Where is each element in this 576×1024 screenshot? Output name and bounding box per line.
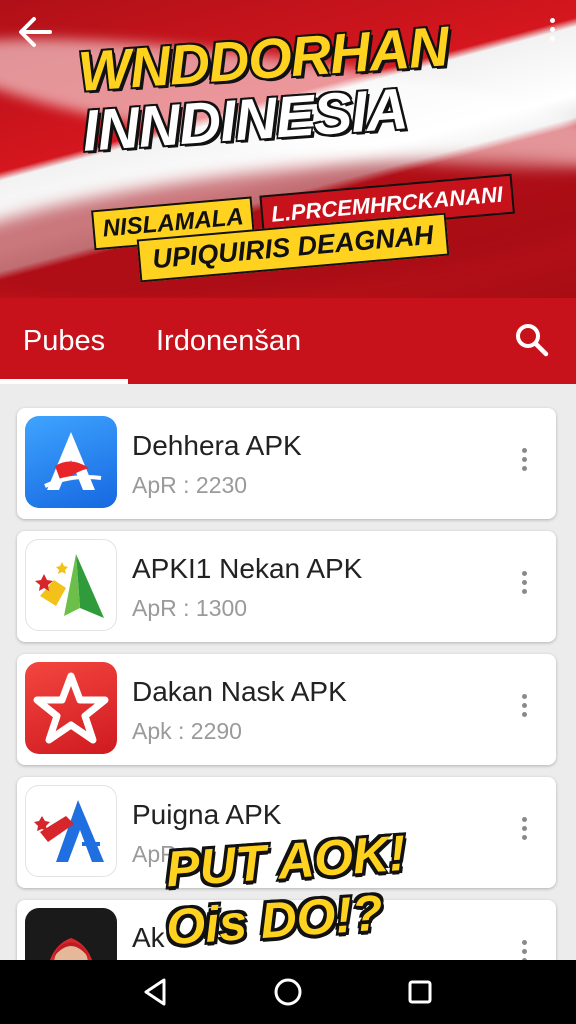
app-meta: ApR : 2230 bbox=[132, 472, 248, 498]
more-vertical-icon bbox=[549, 18, 555, 23]
tab-pubes-label: Pubes bbox=[22, 325, 106, 357]
tab-pubes[interactable]: Pubes bbox=[0, 298, 128, 384]
search-button[interactable] bbox=[514, 322, 550, 358]
blue-a-plane-logo-icon bbox=[25, 785, 117, 877]
hero-banner: WNDDORHAN INNDINESIA NISLAMALA L.PRCEMHR… bbox=[0, 0, 576, 298]
app-name: Dakan Nask APK bbox=[132, 676, 347, 707]
app-name: Dehhera APK bbox=[132, 430, 302, 461]
app-meta: Apk : 2290 bbox=[132, 718, 242, 744]
nav-recent-icon bbox=[408, 980, 432, 1004]
green-yellow-star-logo-icon bbox=[25, 539, 117, 631]
nav-home-button[interactable] bbox=[270, 974, 306, 1010]
tab-irdonensan[interactable]: Irdonenšan bbox=[156, 298, 301, 384]
item-menu-button[interactable] bbox=[514, 444, 534, 484]
search-icon bbox=[516, 324, 549, 357]
app-name: APKI1 Nekan APK bbox=[132, 553, 363, 584]
tab-bar: Pubes Irdonenšan bbox=[0, 298, 576, 384]
tab-irdonensan-label: Irdonenšan bbox=[156, 325, 302, 357]
nav-home-icon bbox=[274, 978, 302, 1006]
list-item[interactable]: Dehhera APK ApR : 2230 bbox=[17, 408, 556, 519]
app-name: Puigna APK bbox=[132, 799, 282, 830]
arrow-left-icon bbox=[19, 17, 52, 47]
list-item[interactable]: APKI1 Nekan APK ApR : 1300 bbox=[17, 531, 556, 642]
nav-recent-button[interactable] bbox=[402, 974, 438, 1010]
item-menu-button[interactable] bbox=[514, 813, 534, 853]
list-item[interactable]: Dakan Nask APK Apk : 2290 bbox=[17, 654, 556, 765]
nav-back-button[interactable] bbox=[138, 974, 174, 1010]
overlay-caption: PUT AOK! Ois DO!? bbox=[164, 824, 411, 956]
item-menu-button[interactable] bbox=[514, 936, 534, 960]
system-nav-bar bbox=[0, 960, 576, 1024]
back-button[interactable] bbox=[14, 12, 58, 52]
nav-back-icon bbox=[144, 978, 166, 1006]
avatar-woman-hijab-icon bbox=[25, 908, 117, 960]
app-meta: ApR : 1300 bbox=[132, 595, 248, 621]
app-name: Ak bbox=[132, 922, 165, 953]
item-menu-button[interactable] bbox=[514, 567, 534, 607]
blue-a-logo-icon bbox=[25, 416, 117, 508]
more-options-button[interactable] bbox=[542, 14, 562, 50]
red-star-logo-icon bbox=[25, 662, 117, 754]
item-menu-button[interactable] bbox=[514, 690, 534, 730]
